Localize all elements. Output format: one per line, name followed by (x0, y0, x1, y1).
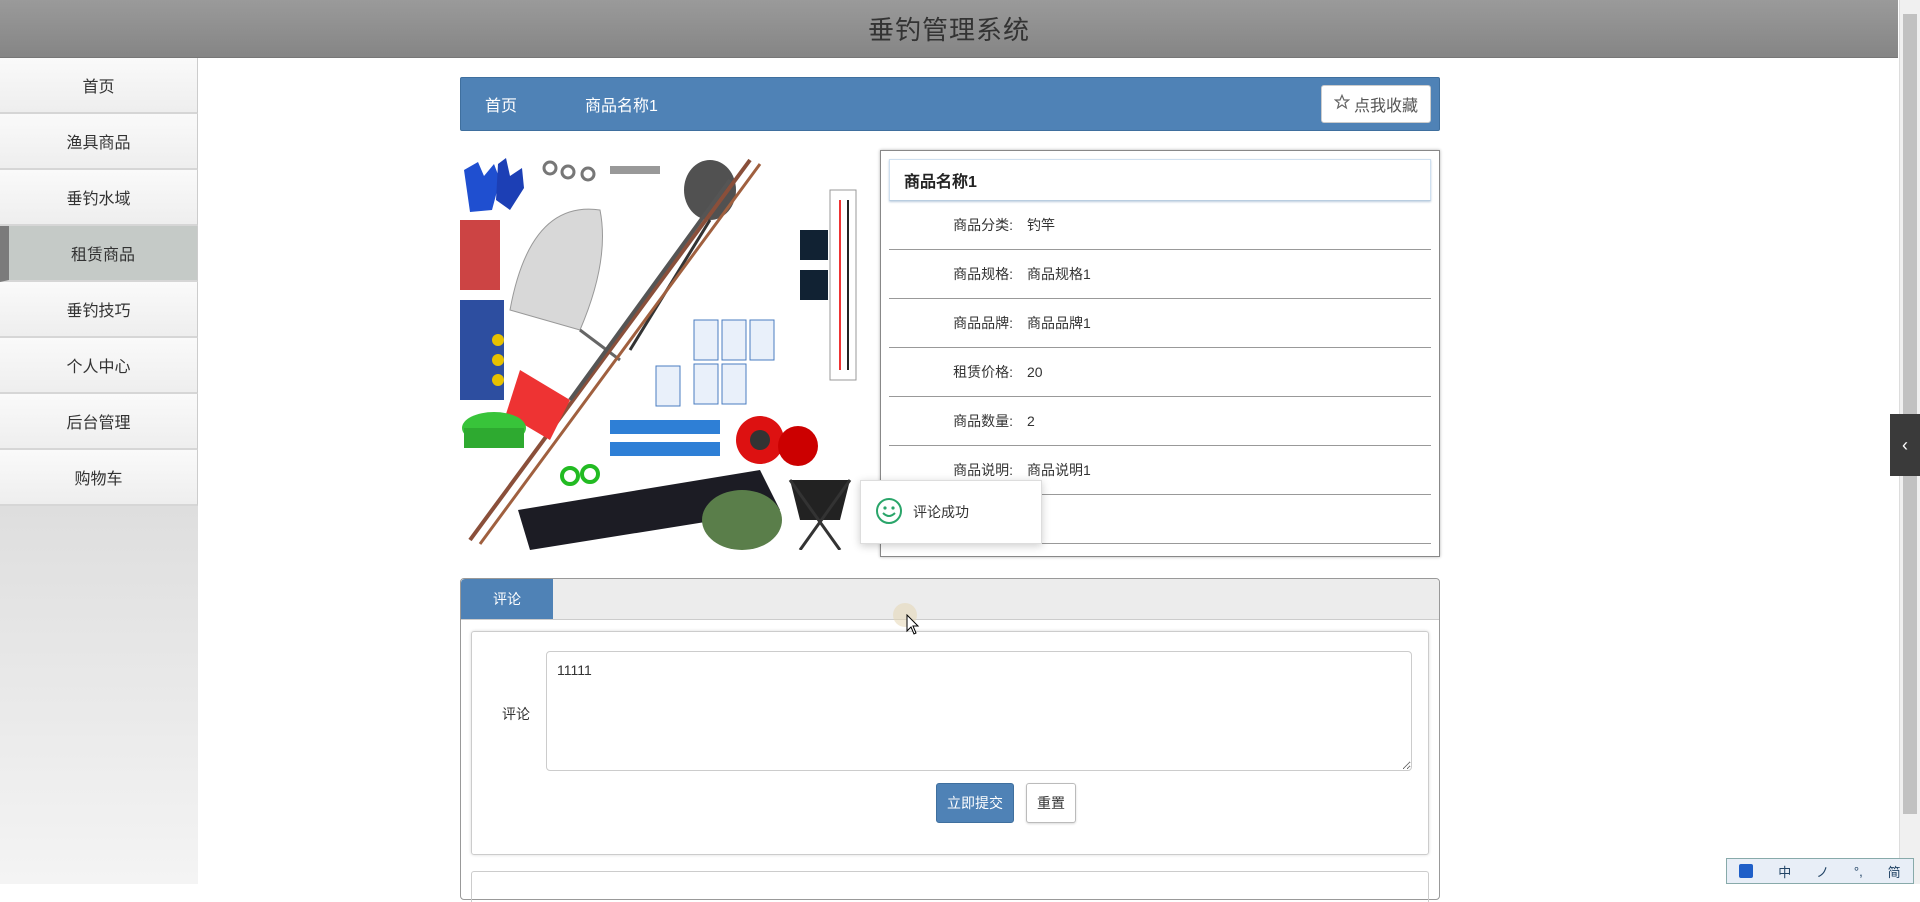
sidebar-item-label: 垂钓水域 (66, 191, 131, 208)
comment-field-label: 评论 (502, 706, 530, 722)
sidebar-item-label: 后台管理 (66, 415, 131, 432)
info-row-category: 商品分类: 钓竿 (889, 201, 1431, 250)
sidebar-item-fishing-gear[interactable]: 渔具商品 (0, 114, 198, 170)
breadcrumb-current: 商品名称1 (585, 98, 658, 115)
info-row-spec: 商品规格: 商品规格1 (889, 250, 1431, 299)
info-value: 钓竿 (1027, 217, 1055, 233)
info-row-brand: 商品品牌: 商品品牌1 (889, 299, 1431, 348)
comment-form: 评论 11111 立即提交 重置 (471, 631, 1429, 855)
mouse-cursor-icon (906, 613, 920, 641)
ime-item[interactable]: ノ (1816, 862, 1829, 881)
comment-textarea[interactable]: 11111 (546, 651, 1412, 771)
product-detail: 商品名称1 商品分类: 钓竿 商品规格: 商品规格1 商品品牌: 商品品牌1 租赁价格… (460, 150, 1440, 560)
info-label: 商品说明: (953, 462, 1013, 478)
favorite-button[interactable]: 点我收藏 (1320, 85, 1431, 123)
smile-icon (875, 497, 903, 528)
toast-notification: 评论成功 (860, 480, 1042, 544)
sidebar-item-home[interactable]: 首页 (0, 58, 198, 114)
product-image (460, 150, 862, 550)
info-row-quantity: 商品数量: 2 (889, 397, 1431, 446)
main-content: 首页 商品名称1 点我收藏 商品名称1 商品分类: 钓竿 商品规格: 商品规格1… (460, 77, 1440, 902)
sidebar-item-cart[interactable]: 购物车 (0, 450, 198, 506)
sidebar-item-fishing-tips[interactable]: 垂钓技巧 (0, 282, 198, 338)
sidebar-item-label: 个人中心 (66, 359, 131, 376)
app-title: 垂钓管理系统 (867, 15, 1030, 45)
info-label: 商品数量: (953, 413, 1013, 429)
info-value: 商品品牌1 (1027, 315, 1091, 331)
tab-bar: 评论 (461, 579, 1439, 620)
sidebar-item-label: 垂钓技巧 (66, 303, 131, 320)
toast-message: 评论成功 (913, 504, 969, 520)
info-value: 商品规格1 (1027, 266, 1091, 282)
info-row-rental-price: 租赁价格: 20 (889, 348, 1431, 397)
info-value: 20 (1027, 364, 1043, 380)
sidebar-item-fishing-waters[interactable]: 垂钓水域 (0, 170, 198, 226)
info-value: 商品说明1 (1027, 462, 1091, 478)
ime-logo-icon (1739, 864, 1754, 878)
ime-toolbar[interactable]: 中 ノ °, 简 (1726, 858, 1914, 884)
info-label: 商品分类: (953, 217, 1013, 233)
comment-panel: 评论 评论 11111 立即提交 重置 (460, 578, 1440, 902)
breadcrumb: 首页 商品名称1 点我收藏 (460, 77, 1440, 131)
info-label: 商品品牌: (953, 315, 1013, 331)
chevron-left-icon[interactable]: ‹ (1890, 414, 1920, 476)
sidebar-item-personal-center[interactable]: 个人中心 (0, 338, 198, 394)
ime-item[interactable]: °, (1854, 864, 1863, 879)
info-label: 商品规格: (953, 266, 1013, 282)
sidebar: 首页 渔具商品 垂钓水域 租赁商品 垂钓技巧 个人中心 后台管理 购物车 (0, 58, 198, 884)
favorite-label: 点我收藏 (1353, 98, 1418, 115)
info-value: 2 (1027, 413, 1035, 429)
app-header: 垂钓管理系统 (0, 0, 1898, 58)
sidebar-item-label: 购物车 (74, 471, 123, 488)
product-name: 商品名称1 (889, 159, 1431, 201)
info-label: 租赁价格: (953, 364, 1013, 380)
sidebar-item-admin[interactable]: 后台管理 (0, 394, 198, 450)
sidebar-item-label: 首页 (82, 79, 115, 96)
submit-button[interactable]: 立即提交 (936, 783, 1014, 823)
ime-item[interactable]: 简 (1888, 862, 1901, 881)
sidebar-item-label: 渔具商品 (66, 135, 131, 152)
sidebar-item-rental-goods[interactable]: 租赁商品 (0, 226, 198, 282)
tab-comment[interactable]: 评论 (461, 579, 553, 619)
sidebar-item-label: 租赁商品 (70, 247, 135, 264)
breadcrumb-home-link[interactable]: 首页 (485, 92, 517, 116)
star-outline-icon (1333, 93, 1351, 115)
ime-item[interactable]: 中 (1778, 862, 1791, 881)
reset-button[interactable]: 重置 (1026, 783, 1076, 823)
comment-list-card (471, 871, 1429, 902)
